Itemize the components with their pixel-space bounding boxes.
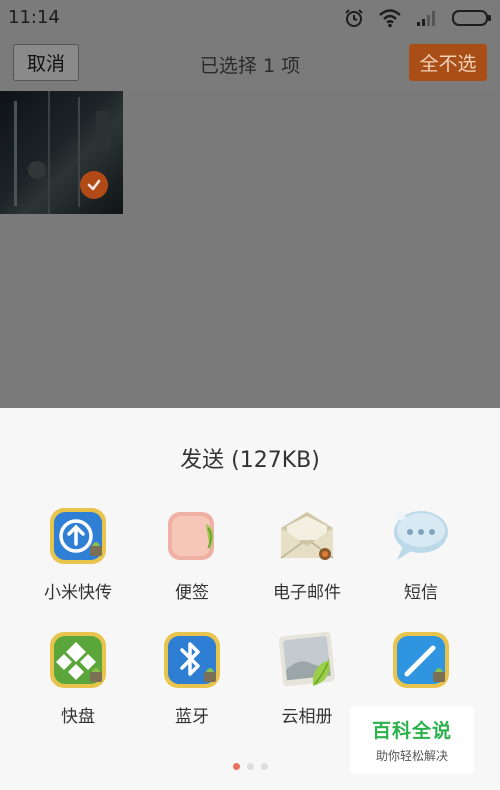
share-item-mi-drop[interactable]: 小米快传	[20, 506, 136, 616]
kuaipan-icon	[50, 632, 106, 688]
share-item-sms[interactable]: 短信	[363, 506, 479, 616]
cloud-album-icon	[278, 631, 335, 687]
edit-icon	[393, 632, 449, 688]
status-bar: 11:14	[0, 0, 500, 36]
share-item-label: 快盘	[61, 707, 95, 727]
mi-drop-icon	[50, 508, 106, 564]
share-item-bluetooth[interactable]: 蓝牙	[134, 630, 250, 740]
action-bar: 取消 已选择 1 项 全不选	[0, 36, 500, 90]
page-dot	[260, 763, 268, 770]
deselect-all-button[interactable]: 全不选	[409, 44, 487, 81]
share-item-kuaipan[interactable]: 快盘	[20, 630, 136, 740]
signal-icon	[417, 11, 435, 26]
page-dot	[246, 763, 254, 770]
bluetooth-icon	[164, 632, 220, 688]
photo-grid	[0, 90, 500, 408]
watermark-logo: 百科全说 助你轻松解决	[350, 706, 474, 774]
email-icon	[280, 512, 334, 560]
share-item-label: 电子邮件	[273, 583, 341, 603]
share-item-notes[interactable]: 便签	[134, 506, 250, 616]
share-item-label: 云相册	[281, 707, 333, 727]
selected-check-icon	[80, 171, 108, 199]
photo-thumbnail[interactable]	[0, 91, 123, 214]
sms-icon	[394, 511, 448, 560]
wifi-icon	[379, 9, 401, 28]
status-time: 11:14	[8, 7, 60, 28]
battery-icon	[452, 10, 491, 26]
watermark-subtitle: 助你轻松解决	[375, 749, 448, 763]
share-item-cloud-album[interactable]: 云相册	[249, 630, 365, 740]
share-sheet: 发送 (127KB) 小米快传 便签 电子邮件 短信 快盘 蓝牙 云相册 百科全…	[0, 408, 500, 790]
notes-icon	[168, 512, 214, 560]
status-icons	[344, 8, 492, 28]
share-sheet-title: 发送 (127KB)	[180, 448, 320, 473]
watermark-title: 百科全说	[371, 720, 452, 742]
share-item-label: 短信	[404, 583, 438, 603]
alarm-icon	[345, 9, 363, 27]
share-item-label: 便签	[175, 583, 209, 603]
share-item-email[interactable]: 电子邮件	[249, 506, 365, 616]
share-item-label: 小米快传	[44, 583, 112, 603]
page-dot-active	[232, 763, 240, 770]
share-item-label: 蓝牙	[175, 707, 209, 727]
